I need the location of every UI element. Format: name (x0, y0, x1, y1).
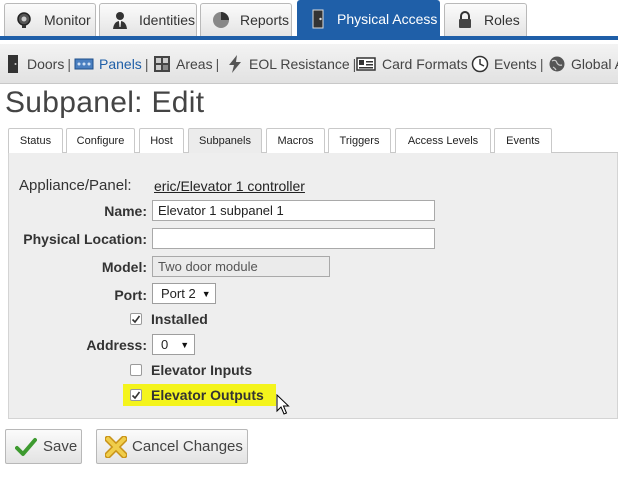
tab-triggers[interactable]: Triggers (328, 128, 391, 153)
tab-configure[interactable]: Configure (66, 128, 135, 153)
tab-macros[interactable]: Macros (266, 128, 325, 153)
subnav-item-global[interactable]: Global A (548, 44, 618, 84)
top-tab-label: Physical Access (337, 10, 438, 27)
subnav-item-label: Areas (176, 56, 213, 72)
installed-checkbox[interactable] (130, 313, 142, 325)
subnav-item-card-formats[interactable]: Card Formats (355, 44, 468, 84)
subnav-item-label: EOL Resistance (249, 56, 350, 72)
checkmark-icon (131, 315, 141, 324)
elevator-inputs-checkbox[interactable] (130, 364, 142, 376)
appliance-panel-link[interactable]: eric/Elevator 1 controller (154, 178, 305, 194)
cancel-changes-button[interactable]: Cancel Changes (96, 429, 248, 464)
door-icon (4, 55, 22, 73)
physical-location-field[interactable] (152, 228, 435, 249)
elevator-inputs-label: Elevator Inputs (151, 362, 253, 378)
subnav-item-panels[interactable]: Panels | (74, 44, 148, 84)
address-select[interactable]: 0 ▼ (152, 334, 195, 355)
cancel-changes-label: Cancel Changes (132, 438, 243, 455)
subnav-item-label: Panels (99, 56, 142, 72)
save-label: Save (43, 438, 78, 455)
subnav-item-areas[interactable]: Areas | (153, 44, 219, 84)
checkmark-icon (131, 391, 141, 400)
page-title: Subpanel: Edit (5, 86, 205, 119)
appliance-panel-label: Appliance/Panel: (19, 177, 132, 194)
areas-icon (153, 55, 171, 73)
top-nav: Monitor Identities Reports Physical Acce… (0, 0, 618, 40)
name-label: Name: (104, 203, 147, 219)
address-label: Address: (86, 337, 147, 353)
top-tab-physical-access[interactable]: Physical Access (297, 0, 440, 36)
name-field[interactable] (152, 200, 435, 221)
tab-subpanels[interactable]: Subpanels (188, 128, 262, 153)
top-tab-roles[interactable]: Roles (444, 3, 527, 36)
mouse-cursor-icon (276, 394, 290, 415)
chevron-down-icon: ▼ (180, 339, 190, 350)
top-tab-monitor[interactable]: Monitor (4, 3, 96, 36)
card-icon (355, 55, 377, 73)
subnav-item-doors[interactable]: Doors | (4, 44, 71, 84)
top-tab-label: Reports (240, 12, 290, 28)
cancel-x-icon (105, 435, 127, 458)
physical-location-label: Physical Location: (23, 231, 147, 247)
subnav-item-label: Doors (27, 56, 65, 72)
top-tab-label: Identities (139, 12, 196, 28)
chevron-down-icon: ▼ (201, 288, 211, 299)
sub-nav: Doors | Panels | Areas | EOL Resistance | Ca… (0, 44, 618, 84)
save-button[interactable]: Save (5, 429, 82, 464)
elevator-outputs-checkbox[interactable] (130, 389, 142, 401)
subnav-separator: | (67, 56, 71, 72)
clock-icon (471, 55, 489, 73)
physical-access-icon (308, 9, 328, 29)
tab-host[interactable]: Host (139, 128, 184, 153)
top-tab-label: Monitor (44, 12, 91, 28)
reports-icon (211, 10, 231, 30)
subnav-item-eol-resistance[interactable]: EOL Resistance | (226, 44, 356, 84)
subnav-separator: | (144, 56, 149, 72)
model-field (152, 256, 330, 277)
panel-icon (74, 55, 94, 73)
port-select-value: Port 2 (161, 286, 196, 301)
roles-icon (455, 10, 475, 30)
lightning-icon (226, 55, 244, 73)
checkmark-icon (15, 437, 37, 457)
identities-icon (110, 10, 130, 30)
subnav-separator: | (539, 56, 544, 72)
monitor-icon (15, 10, 35, 30)
model-label: Model: (101, 259, 147, 275)
top-tab-identities[interactable]: Identities (99, 3, 197, 36)
tab-access-levels[interactable]: Access Levels (395, 128, 491, 153)
subnav-item-label: Events (494, 56, 537, 72)
installed-label: Installed (151, 311, 208, 327)
subnav-separator: | (215, 56, 220, 72)
top-tab-label: Roles (484, 12, 520, 28)
subnav-item-label: Global A (571, 56, 618, 72)
tab-status[interactable]: Status (8, 128, 63, 153)
elevator-outputs-label: Elevator Outputs (151, 387, 264, 403)
subnav-item-events[interactable]: Events | (471, 44, 543, 84)
globe-icon (548, 55, 566, 73)
top-tab-reports[interactable]: Reports (200, 3, 292, 36)
port-select[interactable]: Port 2 ▼ (152, 283, 216, 304)
port-label: Port: (114, 287, 147, 303)
tab-events[interactable]: Events (494, 128, 552, 153)
subnav-item-label: Card Formats (382, 56, 468, 72)
address-select-value: 0 (161, 337, 169, 352)
